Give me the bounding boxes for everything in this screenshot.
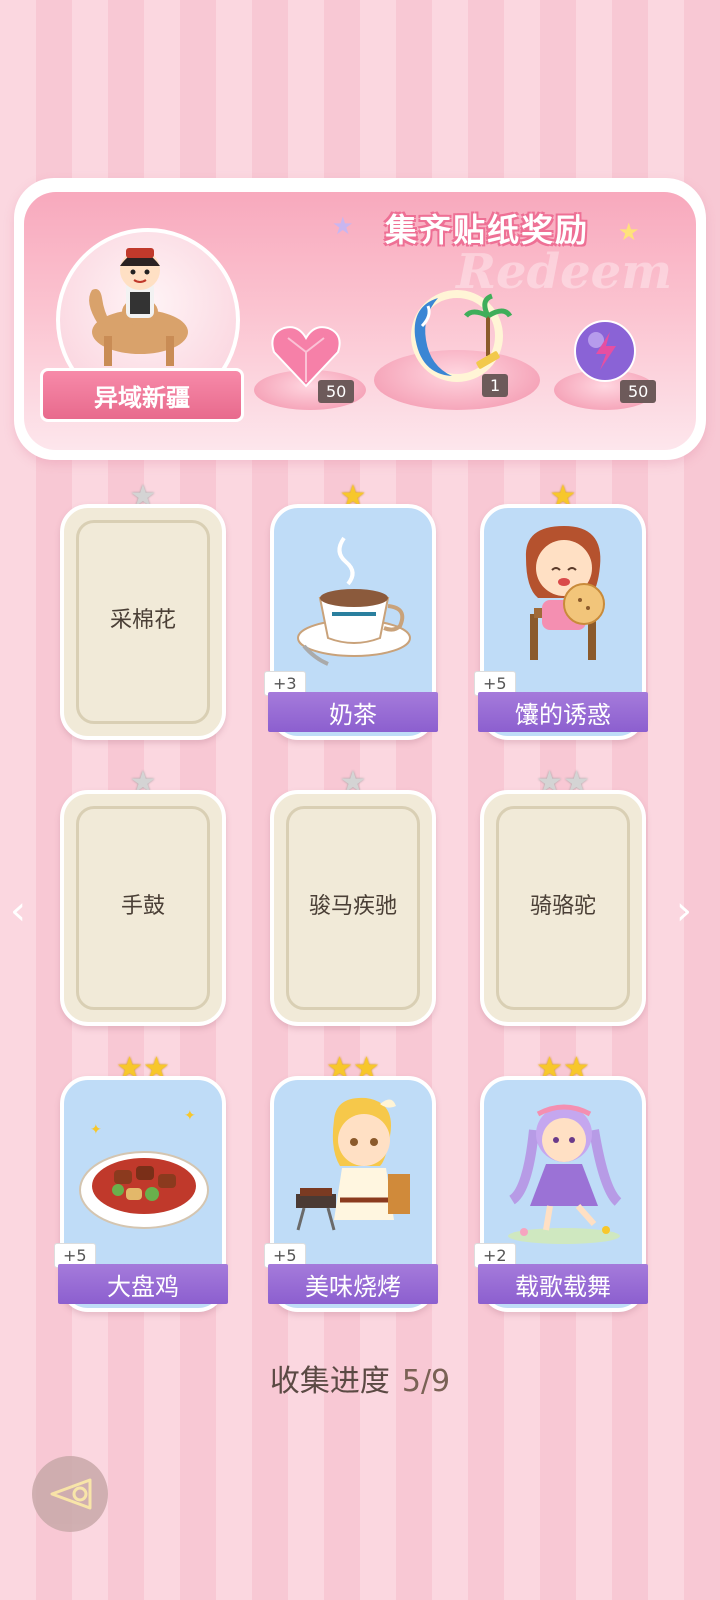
sticker-card-unlocked[interactable]: ★ +3 奶茶	[264, 482, 438, 740]
card-name: 骏马疾驰	[308, 894, 397, 919]
big-plate-chicken-icon: ✦ ✦	[79, 1108, 209, 1229]
card-name: 奶茶	[268, 692, 438, 732]
card-name: 大盘鸡	[58, 1264, 228, 1304]
reward-count: 50	[318, 380, 355, 403]
progress-label: 收集进度	[269, 1364, 390, 1399]
boy-on-camel-icon	[89, 248, 188, 366]
sticker-card-unlocked[interactable]: ★★ ✦ ✦ +5 大盘鸡	[54, 1054, 228, 1312]
reward-count: 50	[620, 380, 657, 403]
sticker-card-locked[interactable]: ★★ 骑骆驼	[480, 768, 646, 1026]
girl-eating-naan-icon	[525, 526, 605, 660]
purple-energy-orb-icon[interactable]	[572, 318, 638, 384]
banner-title-pill: 集齐贴纸奖励	[352, 202, 622, 254]
card-name: 美味烧烤	[268, 1264, 438, 1304]
girl-bbq-icon	[296, 1097, 410, 1231]
next-page-arrow-icon[interactable]: ›	[676, 888, 692, 934]
banner-title: 集齐贴纸奖励	[384, 211, 589, 249]
collection-progress: 收集进度 5/9	[0, 1356, 720, 1400]
sticker-card-locked[interactable]: ★ 手鼓	[60, 768, 226, 1026]
region-name-badge: 异域新疆	[40, 368, 244, 422]
reward-count: 1	[482, 374, 509, 397]
card-name: 载歌载舞	[478, 1264, 648, 1304]
sticker-card-unlocked[interactable]: ★★ +2 载歌载舞	[474, 1054, 648, 1312]
card-name: 馕的诱惑	[478, 692, 648, 732]
sticker-card-unlocked[interactable]: ★★ +5 美味烧烤	[264, 1054, 438, 1312]
back-arrow-icon	[50, 1478, 92, 1510]
progress-value: 5/9	[401, 1364, 451, 1399]
milk-tea-cup-icon	[297, 536, 411, 666]
svg-text:✦: ✦	[184, 1108, 196, 1124]
back-button[interactable]	[32, 1456, 108, 1532]
card-name: 采棉花	[109, 608, 176, 633]
sticker-card-locked[interactable]: ★ 采棉花	[60, 482, 226, 740]
card-name: 手鼓	[120, 894, 165, 919]
dancing-girl-icon	[508, 1104, 622, 1244]
prev-page-arrow-icon[interactable]: ‹	[10, 888, 26, 934]
sparkle-icon: ★	[332, 212, 354, 240]
svg-text:✦: ✦	[90, 1122, 102, 1138]
card-name: 骑骆驼	[529, 894, 596, 919]
sticker-card-unlocked[interactable]: ★ +5 馕的诱惑	[474, 482, 648, 740]
beach-ring-frame-icon[interactable]	[392, 286, 522, 386]
pink-heart-gem-icon[interactable]	[268, 322, 344, 388]
sticker-card-locked[interactable]: ★ 骏马疾驰	[270, 768, 436, 1026]
